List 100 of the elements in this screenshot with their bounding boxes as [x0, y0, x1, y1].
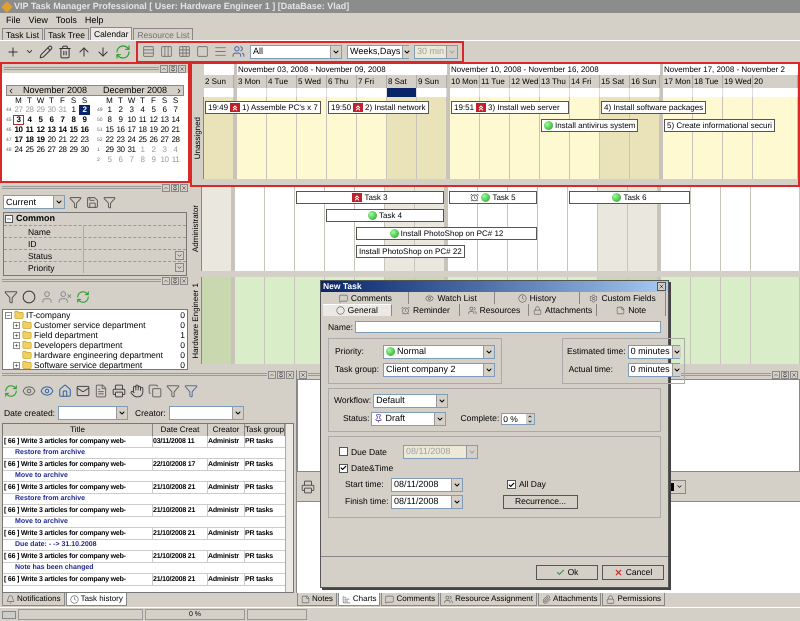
day-header[interactable]: 3 Mon	[237, 75, 267, 88]
calendar-day[interactable]: 14	[170, 115, 181, 125]
calendar-day[interactable]: 23	[115, 135, 126, 145]
task-bar[interactable]: 19:50 2) Install network	[328, 101, 428, 114]
calendar-day[interactable]: 18	[137, 125, 148, 135]
cancel-button[interactable]: Cancel	[602, 564, 664, 580]
pin-icon[interactable]	[171, 184, 179, 192]
hand-icon[interactable]	[130, 384, 144, 398]
day-slot[interactable]	[387, 88, 417, 97]
columns-view-icon[interactable]	[160, 45, 173, 58]
collapse-toggle[interactable]	[5, 215, 13, 223]
previous-month-icon[interactable]	[7, 86, 15, 94]
task-bar[interactable]: 4) Install software packages	[601, 101, 706, 114]
filter-select[interactable]: All	[250, 44, 342, 58]
eye-icon[interactable]	[22, 384, 36, 398]
calendar-day[interactable]: 28	[57, 145, 68, 155]
day-header[interactable]: 5 Wed	[297, 75, 327, 88]
calendar-day[interactable]: 11	[137, 115, 148, 125]
day-header[interactable]: 12 Wed	[510, 75, 540, 88]
calendar-day[interactable]: 17	[13, 135, 24, 145]
task-bar[interactable]: Install PhotoShop on PC# 12	[356, 227, 537, 240]
filter-icon[interactable]	[166, 384, 180, 398]
calendar-day[interactable]: 9	[79, 115, 90, 125]
calendar-day[interactable]: 29	[68, 145, 79, 155]
scrollbar[interactable]	[285, 424, 293, 592]
refresh-icon[interactable]	[4, 384, 18, 398]
tree-item[interactable]: Hardware engineering department	[34, 350, 178, 360]
filter-icon[interactable]	[69, 196, 82, 208]
day-header[interactable]: 11 Tue	[480, 75, 510, 88]
priority-select[interactable]: Normal	[383, 344, 495, 359]
column-header[interactable]: Creator	[208, 424, 245, 436]
recurrence-button[interactable]: Recurrence...	[503, 494, 578, 509]
day-header[interactable]: 7 Fri	[357, 75, 387, 88]
calendar-day[interactable]: 18	[24, 135, 35, 145]
edit-icon[interactable]	[39, 44, 53, 58]
task-bar[interactable]: Install antivirus system	[541, 119, 638, 132]
home-icon[interactable]	[58, 384, 72, 398]
checkbox[interactable]	[339, 447, 348, 456]
calendar-day[interactable]: 13	[159, 115, 170, 125]
dialog-tab[interactable]: History	[494, 292, 580, 304]
task-bar[interactable]: 19:51 3) Install web server	[451, 101, 569, 114]
calendar-day[interactable]: 26	[148, 135, 159, 145]
calendar-day[interactable]: 27	[46, 145, 57, 155]
day-header[interactable]: 19 Wed	[723, 75, 753, 88]
tree-toggle[interactable]	[13, 362, 20, 368]
add-icon[interactable]	[6, 44, 20, 58]
day-header[interactable]: 4 Tue	[267, 75, 297, 88]
printer-icon[interactable]	[301, 480, 315, 494]
calendar-day[interactable]: 24	[13, 145, 24, 155]
complete-spinner[interactable]: 0 %	[501, 412, 536, 425]
view-select[interactable]: Current	[3, 195, 65, 209]
tab[interactable]: Notes	[297, 593, 337, 606]
close-icon[interactable]	[180, 184, 188, 192]
tab[interactable]: Comments	[381, 593, 440, 606]
calendar-day[interactable]: 2	[79, 105, 90, 115]
pin-icon[interactable]	[277, 370, 285, 378]
task-bar[interactable]: 19:49 1) Assemble PC's x 7	[205, 101, 321, 114]
delete-icon[interactable]	[58, 44, 72, 58]
pin-icon[interactable]	[781, 370, 789, 378]
task-icon[interactable]	[22, 290, 36, 304]
tree-toggle[interactable]	[13, 342, 20, 348]
dialog-tab[interactable]: Reminder	[392, 304, 460, 316]
close-icon[interactable]	[657, 282, 666, 291]
calendar-day[interactable]: 20	[159, 125, 170, 135]
dialog-tab[interactable]: General	[323, 304, 392, 316]
tab[interactable]: Resource Assignment	[440, 593, 537, 606]
task-bar[interactable]: Install PhotoShop on PC# 22	[356, 245, 465, 258]
tree-toggle[interactable]	[13, 322, 20, 328]
calendar-day[interactable]: 7	[170, 105, 181, 115]
actual-time-select[interactable]: 0 minutes	[628, 362, 680, 377]
close-icon[interactable]	[286, 370, 294, 378]
list-view-icon[interactable]	[214, 45, 227, 58]
calendar-day[interactable]: 7	[57, 115, 68, 125]
day-header[interactable]: 16 Sun	[630, 75, 660, 88]
refresh-icon[interactable]	[76, 290, 90, 304]
save-filter-icon[interactable]	[86, 196, 99, 208]
view-tab[interactable]: Task List	[2, 28, 44, 40]
copy-icon[interactable]	[148, 384, 162, 398]
calendar-day[interactable]: 16	[115, 125, 126, 135]
calendar-day[interactable]: 30	[115, 145, 126, 155]
close-icon[interactable]	[178, 64, 186, 72]
tab[interactable]: Attachments	[538, 593, 602, 606]
finish-time-field[interactable]: 08/11/2008	[391, 494, 463, 509]
task-bar[interactable]: Task 6	[569, 191, 690, 204]
pin-icon[interactable]	[169, 64, 177, 72]
view-tab[interactable]: Calendar	[90, 27, 132, 40]
task-bar[interactable]: Task 5	[449, 191, 537, 204]
tree-item[interactable]: Developers department	[34, 340, 178, 350]
calendar-day[interactable]: 28	[170, 135, 181, 145]
calendar-day[interactable]: 19	[148, 125, 159, 135]
day-header[interactable]: 20	[753, 75, 798, 88]
calendar-day[interactable]: 21	[170, 125, 181, 135]
start-time-field[interactable]: 08/11/2008	[391, 478, 463, 492]
tab[interactable]: Notifications	[2, 593, 65, 606]
tree-item[interactable]: IT-company	[26, 310, 178, 320]
tab[interactable]: Task history	[66, 593, 127, 606]
tab[interactable]: Permissions	[602, 593, 666, 606]
calendar-day[interactable]: 23	[79, 135, 90, 145]
day-header[interactable]: 18 Tue	[693, 75, 723, 88]
calendar-day[interactable]: 5	[35, 115, 46, 125]
